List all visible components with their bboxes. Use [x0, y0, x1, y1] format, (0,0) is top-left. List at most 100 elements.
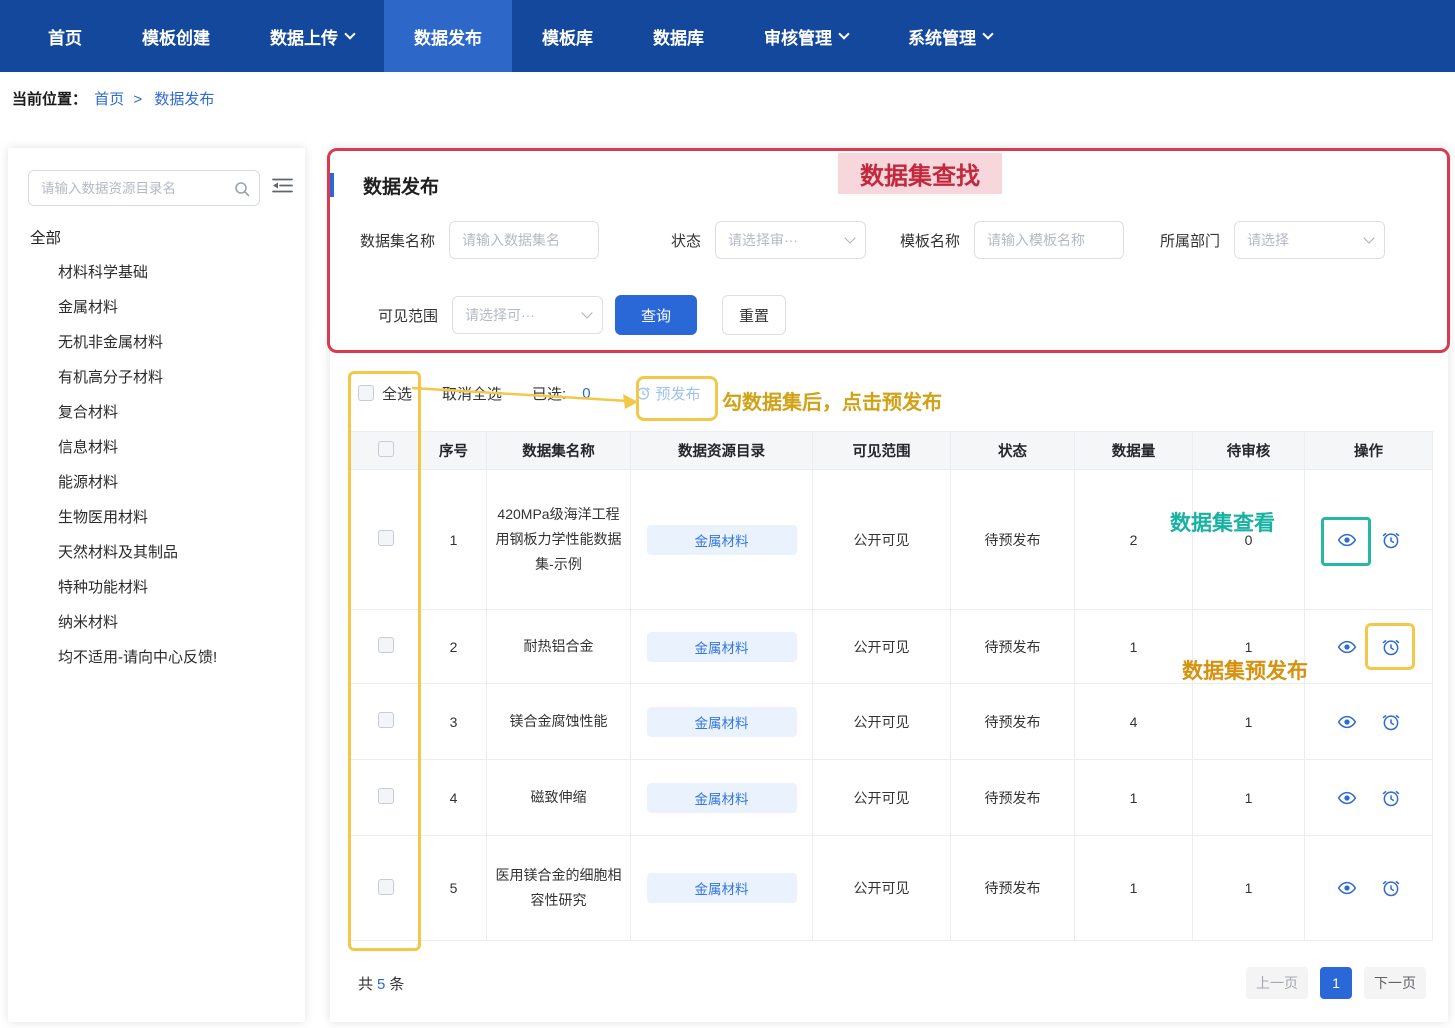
search-button[interactable]: 查询	[615, 295, 697, 335]
view-icon[interactable]	[1337, 878, 1357, 898]
prepublish-icon[interactable]	[1381, 530, 1401, 550]
view-icon[interactable]	[1337, 637, 1357, 657]
sidebar-item-10[interactable]: 特种功能材料	[8, 569, 305, 604]
status-select-placeholder: 请选择审···	[728, 230, 798, 250]
row-checkbox[interactable]	[378, 879, 394, 895]
template-name-input[interactable]	[974, 221, 1124, 259]
nav-item-8[interactable]: 系统管理	[878, 0, 1022, 72]
operations-cell	[1305, 470, 1433, 610]
row-checkbox[interactable]	[378, 637, 394, 653]
status-cell: 待预发布	[985, 714, 1041, 730]
status-select[interactable]: 请选择审···	[715, 221, 866, 259]
column-header-8: 操作	[1305, 432, 1433, 470]
select-all-checkbox[interactable]	[358, 385, 374, 401]
column-header-4: 可见范围	[813, 432, 951, 470]
sidebar-item-3[interactable]: 无机非金属材料	[8, 324, 305, 359]
reset-button[interactable]: 重置	[722, 295, 786, 335]
visibility-cell-wrap: 公开可见	[813, 684, 951, 760]
visibility-select[interactable]: 请选择可···	[452, 296, 603, 334]
view-icon[interactable]	[1337, 788, 1357, 808]
template-name-label: 模板名称	[900, 230, 960, 251]
catalog-search-input[interactable]	[29, 171, 259, 205]
breadcrumb-home-link[interactable]: 首页	[94, 91, 124, 108]
title-accent-bar	[330, 173, 334, 197]
prev-page-button[interactable]: 上一页	[1246, 967, 1308, 999]
visibility-cell: 公开可见	[854, 790, 910, 806]
next-page-button[interactable]: 下一页	[1364, 967, 1426, 999]
status-cell-wrap: 待预发布	[951, 684, 1075, 760]
column-header-1: 序号	[421, 432, 487, 470]
dataset-name-cell: 镁合金腐蚀性能	[487, 684, 631, 760]
status-cell: 待预发布	[985, 532, 1041, 548]
data-count-cell: 4	[1130, 714, 1138, 730]
sidebar-item-4[interactable]: 有机高分子材料	[8, 359, 305, 394]
dataset-name: 磁致伸缩	[495, 785, 622, 810]
catalog-cell: 金属材料	[631, 684, 813, 760]
deselect-all-button[interactable]: 取消全选	[442, 383, 502, 404]
row-checkbox-cell	[351, 610, 421, 684]
nav-item-label: 数据库	[653, 24, 704, 49]
sidebar-item-5[interactable]: 复合材料	[8, 394, 305, 429]
sidebar-item-7[interactable]: 能源材料	[8, 464, 305, 499]
collapse-tree-icon[interactable]	[272, 177, 293, 199]
prepublish-icon[interactable]	[1381, 637, 1401, 657]
total-count-label: 共5条	[358, 973, 404, 994]
view-icon[interactable]	[1337, 530, 1357, 550]
sidebar-item-1[interactable]: 材料科学基础	[8, 254, 305, 289]
prepublish-icon[interactable]	[1381, 878, 1401, 898]
visibility-cell-wrap: 公开可见	[813, 760, 951, 836]
row-index: 1	[450, 532, 458, 548]
dataset-name: 镁合金腐蚀性能	[495, 709, 622, 734]
nav-item-7[interactable]: 审核管理	[734, 0, 878, 72]
department-select[interactable]: 请选择	[1234, 221, 1385, 259]
sidebar-item-11[interactable]: 纳米材料	[8, 604, 305, 639]
page-number-button[interactable]: 1	[1320, 967, 1352, 999]
header-checkbox[interactable]	[378, 441, 394, 457]
sidebar-item-2[interactable]: 金属材料	[8, 289, 305, 324]
status-cell-wrap: 待预发布	[951, 836, 1075, 941]
catalog-search-box	[28, 170, 260, 206]
panel-title-row: 数据发布	[330, 172, 1448, 198]
top-nav: 首页模板创建数据上传数据发布模板库 数据库 审核管理 系统管理	[0, 0, 1455, 72]
dataset-name: 耐热铝合金	[495, 634, 622, 659]
status-cell-wrap: 待预发布	[951, 610, 1075, 684]
prepublish-icon[interactable]	[1381, 788, 1401, 808]
nav-item-6[interactable]: 数据库	[623, 0, 734, 72]
sidebar-item-6[interactable]: 信息材料	[8, 429, 305, 464]
total-suffix: 条	[389, 976, 404, 993]
catalog-cell: 金属材料	[631, 610, 813, 684]
breadcrumb-current-link[interactable]: 数据发布	[154, 91, 214, 108]
view-icon[interactable]	[1337, 712, 1357, 732]
pending-count-cell: 0	[1245, 532, 1253, 548]
nav-item-1[interactable]: 首页	[18, 0, 112, 72]
sidebar-item-all[interactable]: 全部	[8, 214, 305, 254]
dataset-name-input[interactable]	[449, 221, 599, 259]
status-cell: 待预发布	[985, 639, 1041, 655]
row-index: 4	[450, 790, 458, 806]
row-checkbox[interactable]	[378, 712, 394, 728]
table-row: 4 磁致伸缩 金属材料 公开可见 待预发布 1 1	[351, 760, 1433, 836]
sidebar-item-12[interactable]: 均不适用-请向中心反馈!	[8, 639, 305, 674]
pending-count-cell: 1	[1245, 714, 1253, 730]
operations-cell	[1305, 836, 1433, 941]
nav-item-2[interactable]: 模板创建	[112, 0, 240, 72]
breadcrumb: 当前位置： 首页 > 数据发布	[0, 72, 1455, 109]
row-index: 2	[450, 639, 458, 655]
sidebar-item-8[interactable]: 生物医用材料	[8, 499, 305, 534]
prepublish-icon[interactable]	[1381, 712, 1401, 732]
nav-item-5[interactable]: 模板库	[512, 0, 623, 72]
sidebar-item-9[interactable]: 天然材料及其制品	[8, 534, 305, 569]
row-checkbox[interactable]	[378, 788, 394, 804]
nav-item-label: 系统管理	[908, 24, 976, 49]
nav-item-3[interactable]: 数据上传	[240, 0, 384, 72]
row-index-cell: 4	[421, 760, 487, 836]
dataset-name: 420MPa级海洋工程用钢板力学性能数据集-示例	[495, 502, 622, 577]
total-prefix: 共	[358, 976, 373, 993]
row-checkbox[interactable]	[378, 530, 394, 546]
table-row: 5 医用镁合金的细胞相容性研究 金属材料 公开可见 待预发布 1 1	[351, 836, 1433, 941]
catalog-cell: 金属材料	[631, 836, 813, 941]
nav-item-4[interactable]: 数据发布	[384, 0, 512, 72]
prepublish-button[interactable]: 预发布	[635, 383, 701, 404]
table-header-row: 序号数据集名称数据资源目录可见范围状态数据量待审核操作	[351, 432, 1433, 470]
visibility-cell-wrap: 公开可见	[813, 470, 951, 610]
